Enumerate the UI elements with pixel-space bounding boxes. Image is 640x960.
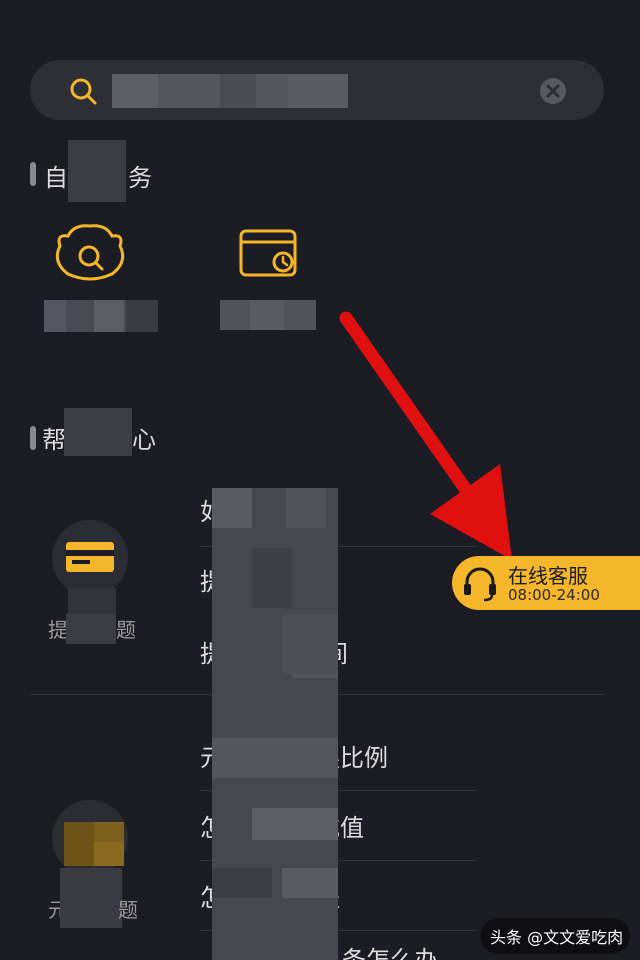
category-label-obscured [66, 614, 116, 644]
section-marker [30, 426, 36, 450]
category-label-end: 题 [116, 618, 136, 642]
section-marker [30, 162, 36, 186]
online-customer-service-button[interactable]: 在线客服 08:00-24:00 [452, 556, 640, 610]
category-icon-bg[interactable] [52, 800, 128, 876]
card-icon [66, 542, 114, 572]
service-label-obscured[interactable] [220, 300, 316, 330]
customer-service-title: 在线客服 [508, 564, 588, 588]
search-input[interactable] [112, 74, 348, 108]
category-icon-obscured [64, 822, 124, 866]
faq-text-obscured [282, 614, 338, 674]
ingot-search-icon[interactable] [52, 222, 128, 292]
calendar-clock-icon[interactable] [238, 228, 300, 280]
category-card-icon-bg[interactable] [52, 520, 128, 596]
help-center-title-end: 心 [132, 426, 156, 454]
faq-text-obscured [212, 488, 338, 960]
category-label-end: 题 [118, 898, 138, 922]
help-center-title-start: 帮 [42, 426, 66, 454]
self-service-title-end: 务 [128, 164, 152, 192]
search-bar[interactable] [30, 60, 604, 120]
self-service-title-start: 自 [44, 164, 68, 192]
self-service-title-obscured [68, 140, 126, 202]
faq-text-obscured [282, 740, 322, 770]
service-label-obscured[interactable] [44, 300, 158, 332]
headset-icon [464, 567, 496, 602]
faq-item-suffix[interactable]: 条怎么办 [342, 940, 438, 960]
category-label-obscured [60, 868, 122, 928]
category-label-start: 提 [48, 618, 68, 642]
annotation-arrow [339, 311, 512, 560]
search-icon [70, 78, 97, 105]
clear-icon[interactable] [540, 78, 566, 104]
help-center-title-obscured [64, 408, 132, 456]
watermark: 头条 @文文爱吃肉 [480, 918, 630, 954]
customer-service-hours: 08:00-24:00 [508, 586, 600, 604]
